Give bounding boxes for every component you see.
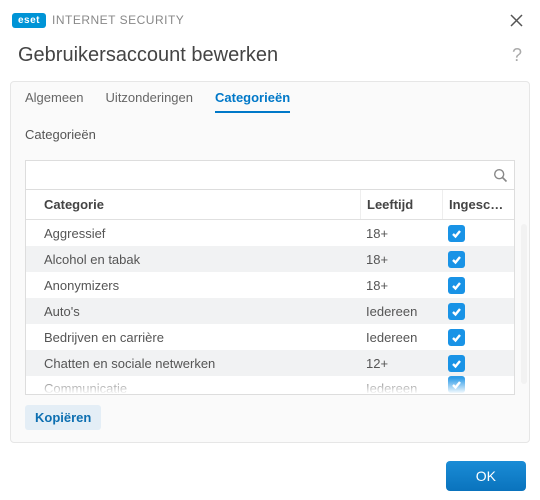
- help-icon: ?: [512, 45, 522, 65]
- title-bar: eset INTERNET SECURITY: [0, 0, 540, 38]
- enabled-checkbox[interactable]: [448, 277, 465, 294]
- table-row[interactable]: Anonymizers 18+: [26, 272, 514, 298]
- enabled-checkbox[interactable]: [448, 376, 465, 393]
- table-row[interactable]: Communicatie Iedereen: [26, 376, 514, 394]
- enabled-checkbox[interactable]: [448, 303, 465, 320]
- col-header-category[interactable]: Categorie: [26, 190, 360, 219]
- enabled-checkbox[interactable]: [448, 355, 465, 372]
- content-panel: Algemeen Uitzonderingen Categorieën Cate…: [10, 81, 530, 443]
- table-row[interactable]: Auto's Iedereen: [26, 298, 514, 324]
- cell-age: 18+: [360, 278, 442, 293]
- cell-category: Chatten en sociale netwerken: [26, 356, 360, 371]
- tab-algemeen[interactable]: Algemeen: [25, 90, 84, 113]
- cell-age: 12+: [360, 356, 442, 371]
- cell-age: 18+: [360, 226, 442, 241]
- search-row: [25, 160, 515, 190]
- ok-button[interactable]: OK: [446, 461, 526, 491]
- cell-category: Auto's: [26, 304, 360, 319]
- product-name: INTERNET SECURITY: [52, 13, 184, 27]
- cell-age: Iedereen: [360, 376, 442, 394]
- dialog-header: Gebruikersaccount bewerken ?: [0, 38, 540, 81]
- section-label: Categorieën: [11, 113, 529, 150]
- category-table: Categorie Leeftijd Ingescha... Aggressie…: [25, 190, 515, 395]
- dialog-footer: OK: [0, 443, 540, 491]
- table-row[interactable]: Bedrijven en carrière Iedereen: [26, 324, 514, 350]
- enabled-checkbox[interactable]: [448, 329, 465, 346]
- col-header-age[interactable]: Leeftijd: [360, 190, 442, 219]
- table-row[interactable]: Alcohol en tabak 18+: [26, 246, 514, 272]
- cell-category: Anonymizers: [26, 278, 360, 293]
- search-icon: [493, 168, 508, 183]
- table-body[interactable]: Aggressief 18+ Alcohol en tabak 18+ Anon…: [26, 220, 514, 394]
- close-icon: [510, 14, 523, 27]
- brand-badge: eset: [12, 13, 46, 28]
- col-header-enabled[interactable]: Ingescha...: [442, 190, 514, 219]
- table-row[interactable]: Chatten en sociale netwerken 12+: [26, 350, 514, 376]
- cell-category: Aggressief: [26, 226, 360, 241]
- close-button[interactable]: [504, 8, 528, 32]
- cell-age: Iedereen: [360, 330, 442, 345]
- table-header: Categorie Leeftijd Ingescha...: [26, 190, 514, 220]
- cell-category: Communicatie: [26, 376, 360, 394]
- search-button[interactable]: [486, 161, 514, 189]
- search-input[interactable]: [26, 164, 486, 187]
- help-button[interactable]: ?: [512, 45, 522, 66]
- page-title: Gebruikersaccount bewerken: [18, 44, 278, 67]
- cell-category: Alcohol en tabak: [26, 252, 360, 267]
- app-logo: eset INTERNET SECURITY: [12, 13, 184, 28]
- tab-bar: Algemeen Uitzonderingen Categorieën: [11, 82, 529, 113]
- tab-categorieen[interactable]: Categorieën: [215, 90, 290, 113]
- tab-uitzonderingen[interactable]: Uitzonderingen: [106, 90, 193, 113]
- enabled-checkbox[interactable]: [448, 225, 465, 242]
- copy-button[interactable]: Kopiëren: [25, 405, 101, 430]
- enabled-checkbox[interactable]: [448, 251, 465, 268]
- table-row[interactable]: Aggressief 18+: [26, 220, 514, 246]
- cell-age: Iedereen: [360, 304, 442, 319]
- cell-age: 18+: [360, 252, 442, 267]
- cell-category: Bedrijven en carrière: [26, 330, 360, 345]
- table-scrollbar[interactable]: [521, 224, 527, 384]
